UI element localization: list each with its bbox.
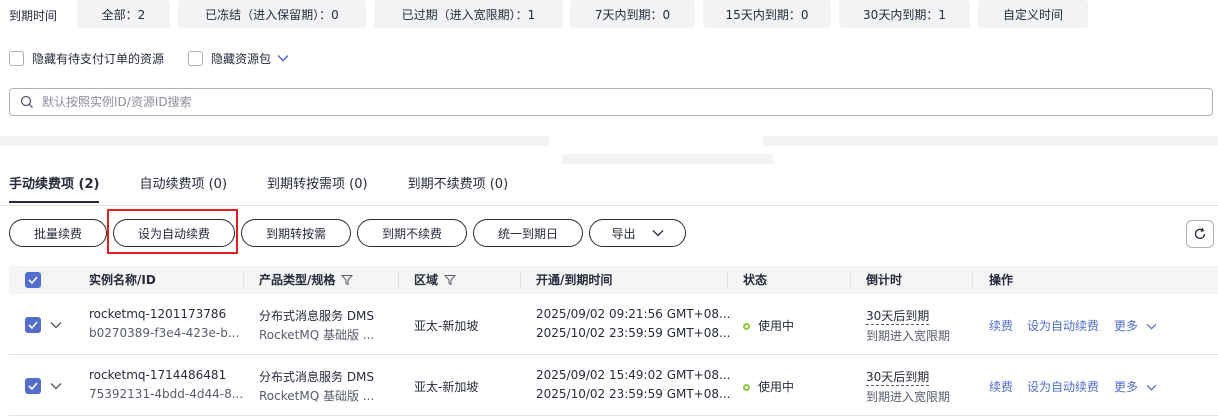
hide-options-row: 隐藏有待支付订单的资源 隐藏资源包 [9, 49, 289, 67]
filter-chip-all[interactable]: 全部：2 [77, 0, 170, 28]
filter-chip-15days[interactable]: 15天内到期：0 [703, 0, 831, 28]
loading-placeholder [763, 136, 1218, 146]
expire-time: 2025/10/02 23:59:59 GMT+08... [536, 326, 731, 340]
batch-renew-button[interactable]: 批量续费 [9, 219, 107, 247]
status-label: 使用中 [758, 380, 795, 394]
export-button-label: 导出 [611, 226, 636, 241]
instance-id: b0270389-f3e4-423e-b... [89, 326, 240, 340]
product-type: 分布式消息服务 DMS [259, 370, 375, 384]
checkbox-checked-icon [25, 378, 41, 394]
highlight-box [107, 209, 238, 254]
table-header: 实例名称/ID 产品类型/规格 区域 开通/到期时间 状态 倒计时 操作 [9, 266, 1218, 294]
filter-chip-30days[interactable]: 30天内到期：1 [839, 0, 970, 28]
set-auto-renew-link[interactable]: 设为自动续费 [1027, 317, 1099, 334]
row-checkbox[interactable] [25, 317, 41, 333]
header-region: 区域 [414, 266, 457, 294]
more-actions-link[interactable]: 更多 [1114, 378, 1157, 395]
no-renew-button[interactable]: 到期不续费 [357, 219, 467, 247]
chevron-down-icon [652, 230, 663, 237]
product-type: 分布式消息服务 DMS [259, 309, 375, 323]
open-time: 2025/09/02 09:21:56 GMT+08... [536, 307, 731, 321]
header-time: 开通/到期时间 [536, 273, 613, 287]
hide-package-label: 隐藏资源包 [211, 51, 272, 66]
countdown: 30天后到期 [866, 309, 930, 325]
status-label: 使用中 [758, 319, 795, 333]
product-spec: RocketMQ 基础版 ... [259, 389, 375, 403]
chevron-down-icon [1146, 323, 1157, 330]
header-name: 实例名称/ID [89, 273, 156, 287]
countdown: 30天后到期 [866, 370, 930, 386]
export-button[interactable]: 导出 [589, 219, 686, 247]
instance-id: 75392131-4bdd-4d44-8... [89, 387, 244, 401]
region: 亚太-新加坡 [414, 319, 479, 333]
status-dot-icon [743, 384, 750, 391]
search-icon [20, 95, 33, 108]
renew-link[interactable]: 续费 [989, 378, 1013, 395]
product-spec: RocketMQ 基础版 ... [259, 328, 375, 342]
status-dot-icon [743, 323, 750, 330]
expand-chevron-icon[interactable] [50, 321, 62, 329]
select-all-checkbox[interactable] [25, 266, 41, 294]
hide-unpaid-checkbox[interactable] [9, 50, 24, 66]
expiry-filter-label: 到期时间 [9, 9, 58, 23]
header-status: 状态 [743, 273, 768, 287]
table-row: rocketmq-1201173786 b0270389-f3e4-423e-b… [9, 295, 1218, 355]
hide-unpaid-label: 隐藏有待支付订单的资源 [32, 51, 165, 66]
countdown-note: 到期进入宽限期 [866, 390, 951, 404]
region: 亚太-新加坡 [414, 380, 479, 394]
search-box [9, 88, 1213, 116]
tab-divider [0, 205, 1218, 206]
filter-chip-7days[interactable]: 7天内到期：0 [570, 0, 695, 28]
countdown-note: 到期进入宽限期 [866, 329, 951, 343]
filter-chip-frozen[interactable]: 已冻结（进入保留期）：0 [178, 0, 366, 28]
set-auto-renew-link[interactable]: 设为自动续费 [1027, 378, 1099, 395]
tab-on-demand[interactable]: 到期转按需项 (0) [267, 175, 368, 207]
unify-expiry-button[interactable]: 统一到期日 [473, 219, 583, 247]
header-countdown: 倒计时 [866, 273, 903, 287]
expand-chevron-icon[interactable] [50, 382, 62, 390]
search-input[interactable] [42, 95, 942, 109]
header-product-label: 产品类型/规格 [259, 273, 336, 287]
refresh-button[interactable] [1186, 220, 1214, 248]
header-separator [398, 272, 399, 288]
header-separator [727, 272, 728, 288]
expiry-filter-bar: 到期时间 全部：2 已冻结（进入保留期）：0 已过期（进入宽限期）：1 7天内到… [0, 0, 1218, 30]
renew-link[interactable]: 续费 [989, 317, 1013, 334]
loading-placeholder [0, 136, 549, 146]
more-label: 更多 [1114, 380, 1139, 394]
header-region-label: 区域 [414, 273, 439, 287]
filter-chip-expired[interactable]: 已过期（进入宽限期）：1 [374, 0, 563, 28]
chevron-down-icon[interactable] [277, 54, 289, 62]
table-row: rocketmq-1714486481 75392131-4bdd-4d44-8… [9, 356, 1218, 416]
renewal-tabs: 手动续费项 (2) 自动续费项 (0) 到期转按需项 (0) 到期不续费项 (0… [9, 175, 548, 207]
filter-icon[interactable] [341, 274, 354, 286]
instance-name: rocketmq-1714486481 [89, 368, 227, 382]
expire-time: 2025/10/02 23:59:59 GMT+08... [536, 387, 731, 401]
header-actions: 操作 [989, 273, 1014, 287]
header-separator [520, 272, 521, 288]
more-actions-link[interactable]: 更多 [1114, 317, 1157, 334]
tab-no-renew[interactable]: 到期不续费项 (0) [408, 175, 509, 207]
more-label: 更多 [1114, 319, 1139, 333]
open-time: 2025/09/02 15:49:02 GMT+08... [536, 368, 731, 382]
row-checkbox[interactable] [25, 378, 41, 394]
to-on-demand-button[interactable]: 到期转按需 [241, 219, 351, 247]
hide-package-checkbox[interactable] [188, 50, 204, 66]
tab-auto-renew[interactable]: 自动续费项 (0) [139, 175, 227, 207]
header-product: 产品类型/规格 [259, 266, 354, 294]
tab-manual-renew[interactable]: 手动续费项 (2) [9, 175, 100, 207]
checkbox-checked-icon [25, 317, 41, 333]
refresh-icon [1194, 227, 1206, 240]
filter-chip-custom[interactable]: 自定义时间 [978, 0, 1088, 28]
loading-placeholder [562, 154, 773, 164]
status: 使用中 [743, 317, 794, 334]
header-separator [850, 272, 851, 288]
instance-name: rocketmq-1201173786 [89, 307, 227, 321]
chevron-down-icon [1146, 384, 1157, 391]
header-separator [972, 272, 973, 288]
status: 使用中 [743, 378, 794, 395]
filter-icon[interactable] [444, 274, 457, 286]
checkbox-checked-icon [25, 272, 41, 288]
header-separator [243, 272, 244, 288]
